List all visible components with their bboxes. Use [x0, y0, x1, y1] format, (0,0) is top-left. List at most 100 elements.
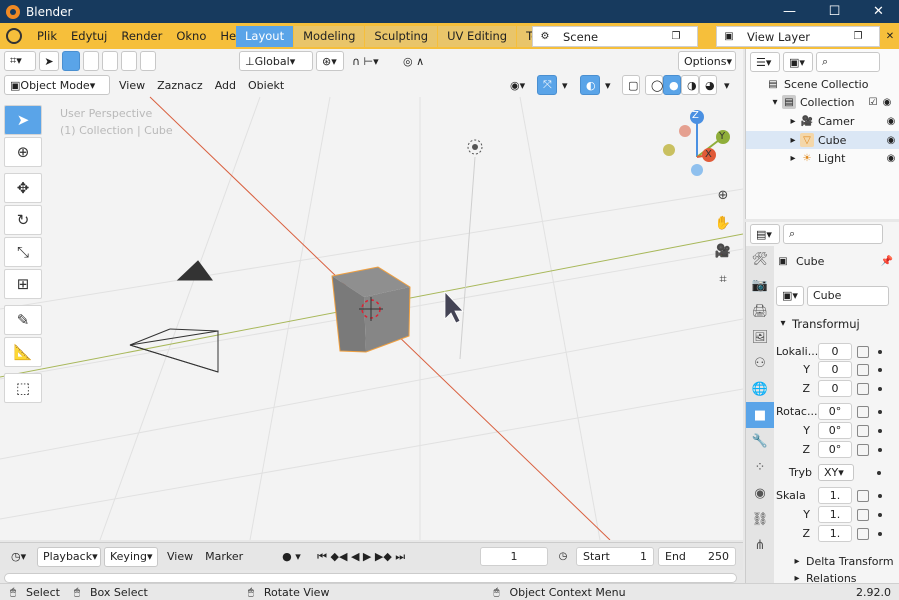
editor-type-button[interactable]: ⌗▾ — [4, 51, 36, 71]
keyframe-dot-icon[interactable] — [878, 386, 882, 391]
outliner-cube[interactable]: ▸ ▽ Cube ◉ — [746, 131, 899, 149]
zoom-button[interactable]: ⊕ — [712, 184, 734, 206]
record-button[interactable]: ● ▾ — [277, 547, 309, 567]
location-x-field[interactable]: 0 — [818, 343, 852, 360]
delta-transform-header[interactable]: ▸ Delta Transform — [776, 552, 899, 571]
outliner-camera[interactable]: ▸ 🎥 Camer ◉ — [746, 112, 899, 130]
lock-icon[interactable] — [857, 363, 869, 376]
rotation-mode-dropdown[interactable]: XY ▾ — [818, 464, 854, 481]
3d-viewport[interactable]: Z Y X ⌗▾ ➤ ⊥ Global ▾ ⊛▾ ∩ ⊢▾ ◎ ∧ Option… — [0, 49, 743, 540]
visibility-dropdown[interactable]: ◉▾ — [505, 75, 533, 95]
shading-solid[interactable]: ● — [663, 75, 681, 95]
select-box-tool[interactable]: ➤ — [4, 105, 42, 135]
start-frame-field[interactable]: Start 1 — [576, 547, 654, 566]
expand-arrow-icon[interactable]: ▸ — [790, 574, 804, 583]
measure-tool[interactable]: 📐 — [4, 337, 42, 367]
orientation-dropdown[interactable]: ⊥ Global ▾ — [239, 51, 313, 71]
lock-icon[interactable] — [857, 345, 869, 358]
playback-menu[interactable]: Playback ▾ — [37, 546, 101, 567]
object-mode-dropdown[interactable]: ▣ Object Mode ▾ — [4, 75, 110, 95]
menu-render[interactable]: Render — [114, 29, 169, 43]
shading-wireframe[interactable]: ◯ — [645, 75, 663, 95]
output-tab[interactable]: 🖨 — [746, 298, 774, 324]
keyframe-dot-icon[interactable] — [878, 409, 882, 414]
scale-x-field[interactable]: 1. — [818, 487, 852, 504]
gizmo-toggle[interactable]: ⤧ — [537, 75, 557, 95]
cursor-tool[interactable]: ⊕ — [4, 137, 42, 167]
menu-object[interactable]: Obiekt — [242, 79, 290, 92]
tab-modeling[interactable]: Modeling — [294, 26, 365, 47]
expand-arrow-icon[interactable]: ▾ — [768, 95, 782, 109]
maximize-button[interactable]: ☐ — [812, 0, 857, 23]
constraints-tab[interactable]: ⛓ — [746, 506, 774, 532]
select-new-button[interactable] — [62, 51, 80, 71]
transform-section-header[interactable]: ▾ Transformuj — [776, 314, 899, 333]
camera-view-button[interactable]: 🎥 — [712, 240, 734, 262]
select-mode-button[interactable]: ➤ — [39, 51, 59, 71]
render-tab[interactable]: 📷 — [746, 272, 774, 298]
expand-arrow-icon[interactable]: ▸ — [786, 114, 800, 128]
particles-tab[interactable]: ⁘ — [746, 454, 774, 480]
timeline-scrollbar[interactable] — [4, 573, 737, 583]
relations-header[interactable]: ▸ Relations — [776, 574, 899, 583]
collapse-arrow-icon[interactable]: ▾ — [776, 317, 790, 331]
physics-tab[interactable]: ◉ — [746, 480, 774, 506]
pin-icon[interactable]: 📌 — [880, 255, 894, 269]
lock-icon[interactable] — [857, 508, 869, 521]
scale-y-field[interactable]: 1. — [818, 506, 852, 523]
expand-arrow-icon[interactable]: ▸ — [786, 133, 800, 147]
copy-icon[interactable]: ❐ — [851, 30, 865, 44]
keyframe-dot-icon[interactable] — [878, 428, 882, 433]
ortho-toggle-button[interactable]: ⌗ — [712, 268, 734, 290]
keyframe-dot-icon[interactable] — [878, 367, 882, 372]
outliner-editor-type[interactable]: ☰▾ — [750, 52, 780, 72]
data-block-browse[interactable]: ▣▾ — [776, 285, 804, 306]
select-subtract-button[interactable] — [102, 51, 118, 71]
camera-object[interactable] — [129, 260, 219, 373]
timeline-view-menu[interactable]: View — [161, 550, 199, 563]
rotate-tool[interactable]: ↻ — [4, 205, 42, 235]
pivot-dropdown[interactable]: ⊛▾ — [316, 51, 344, 71]
rotation-z-field[interactable]: 0° — [818, 441, 852, 458]
stopwatch-icon[interactable]: ◷ — [556, 550, 570, 564]
options-dropdown[interactable]: Options ▾ — [678, 51, 736, 71]
outliner-scene-collection[interactable]: ▤ Scene Collectio — [746, 75, 899, 93]
lock-icon[interactable] — [857, 424, 869, 437]
properties-search[interactable]: ⌕ — [783, 224, 883, 244]
modifier-tab[interactable]: 🔧 — [746, 428, 774, 454]
select-invert-button[interactable] — [121, 51, 137, 71]
outliner-collection[interactable]: ▾ ▤ Collection ☑ ◉ — [746, 93, 899, 111]
tab-uv-editing[interactable]: UV Editing — [438, 26, 517, 47]
add-cube-tool[interactable]: ⬚ — [4, 373, 42, 403]
timeline-marker-menu[interactable]: Marker — [199, 550, 249, 563]
transform-tool[interactable]: ⊞ — [4, 269, 42, 299]
expand-arrow-icon[interactable]: ▸ — [790, 555, 804, 569]
eye-icon[interactable]: ◉ — [880, 95, 894, 109]
pan-button[interactable]: ✋ — [712, 212, 734, 234]
object-name-field[interactable]: Cube — [807, 285, 889, 306]
checkbox-icon[interactable]: ☑ — [866, 95, 880, 109]
keying-menu[interactable]: Keying ▾ — [104, 546, 158, 567]
tab-layout[interactable]: Layout — [236, 26, 294, 47]
blender-menu-icon[interactable] — [6, 28, 22, 44]
keyframe-dot-icon[interactable] — [878, 447, 882, 452]
outliner-display-mode[interactable]: ▣▾ — [783, 52, 813, 72]
location-z-field[interactable]: 0 — [818, 380, 852, 397]
scene-name[interactable]: Scene — [557, 29, 669, 44]
data-tab[interactable]: ⋔ — [746, 532, 774, 558]
lock-icon[interactable] — [857, 443, 869, 456]
view-layer-tab[interactable]: 🖼 — [746, 324, 774, 350]
select-intersect-button[interactable] — [140, 51, 156, 71]
shading-material[interactable]: ◑ — [681, 75, 699, 95]
lock-icon[interactable] — [857, 405, 869, 418]
light-object[interactable] — [459, 139, 483, 360]
outliner-light[interactable]: ▸ ☀ Light ◉ — [746, 149, 899, 167]
menu-window[interactable]: Okno — [169, 29, 213, 43]
view-layer-selector[interactable]: ▣ View Layer ❐ — [716, 26, 880, 47]
xray-toggle[interactable]: ▢ — [622, 75, 640, 95]
keyframe-dot-icon[interactable] — [878, 531, 882, 536]
location-y-field[interactable]: 0 — [818, 361, 852, 378]
scale-z-field[interactable]: 1. — [818, 525, 852, 542]
close-button[interactable]: ✕ — [856, 0, 899, 23]
world-tab[interactable]: 🌐 — [746, 376, 774, 402]
